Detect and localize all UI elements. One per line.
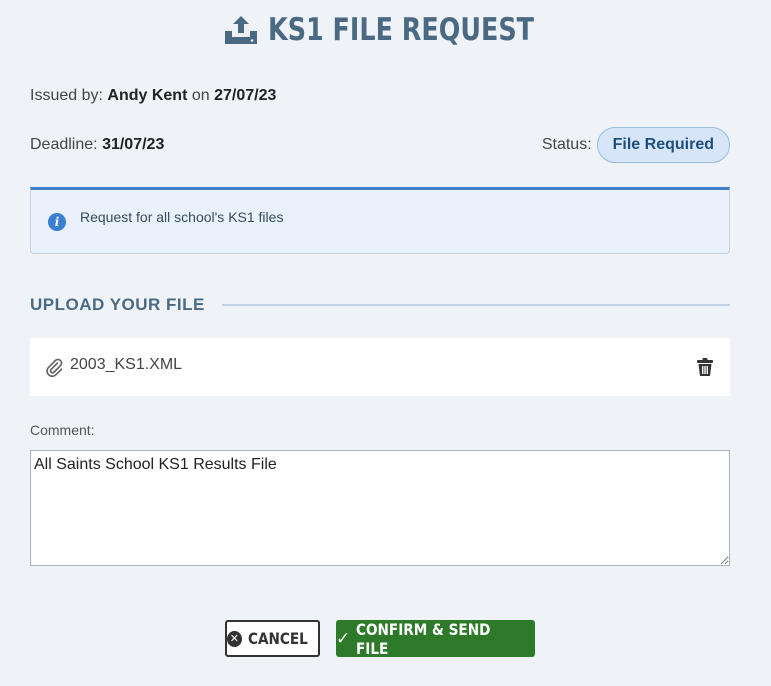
comment-textarea[interactable]: All Saints School KS1 Results File [30,450,730,566]
confirm-button-label: CONFIRM & SEND FILE [356,619,491,658]
deadline-line: Deadline: 31/07/23 [30,136,164,154]
issued-by-label: Issued by: [30,87,103,104]
status-label: Status: [541,136,592,153]
deadline-date: 31/07/23 [102,136,165,153]
checkmark-icon: ✓ [336,628,351,649]
comment-label: Comment: [30,422,95,438]
page-header: KS1 FILE REQUEST [0,12,771,48]
close-circle-icon: ✕ [227,630,242,647]
info-callout: i Request for all school's KS1 files [30,187,730,254]
upload-tray-icon [224,16,257,44]
trash-icon[interactable] [696,357,714,377]
status-line: Status: File Required [542,127,730,163]
upload-section-heading: UPLOAD YOUR FILE [30,295,205,314]
status-badge: File Required [596,127,730,163]
deadline-label: Deadline: [30,136,98,153]
section-divider [222,304,730,306]
info-text: Request for all school's KS1 files [80,209,284,225]
info-icon: i [48,213,66,231]
page-title: KS1 FILE REQUEST [267,12,534,48]
paperclip-icon [46,358,63,377]
issued-on-label: on [191,87,210,104]
issuer-name: Andy Kent [107,87,188,104]
issued-date: 27/07/23 [214,87,277,104]
uploaded-file-row: 2003_KS1.XML [30,338,730,396]
cancel-button-label: CANCEL [247,629,308,648]
file-name: 2003_KS1.XML [70,356,183,373]
cancel-button[interactable]: ✕ CANCEL [225,620,320,657]
confirm-send-file-button[interactable]: ✓ CONFIRM & SEND FILE [336,619,535,658]
issued-by-line: Issued by: Andy Kent on 27/07/23 [30,87,276,105]
